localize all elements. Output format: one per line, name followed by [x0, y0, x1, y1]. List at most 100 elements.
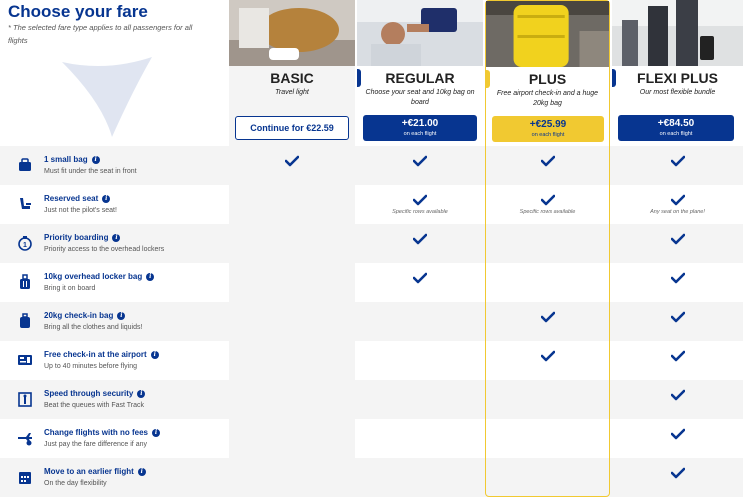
small-bag-icon [19, 158, 31, 171]
boarding-pass-icon [18, 355, 32, 365]
feature-cell [357, 302, 483, 341]
checkmark-icon [540, 311, 555, 323]
plan-description: Travel light [275, 89, 309, 96]
checkmark-icon [285, 155, 299, 167]
checkmark-icon [670, 194, 685, 206]
feature-cell [612, 341, 743, 380]
security-icon [18, 392, 32, 407]
feature-cell [485, 419, 610, 458]
info-icon[interactable]: i [146, 273, 155, 281]
plan-photo [612, 0, 743, 66]
cell-note: Specific rows available [519, 209, 576, 215]
feature-cell [357, 380, 483, 419]
checkmark-icon [670, 233, 685, 245]
feature-cell [612, 458, 743, 497]
feature-title-text: Reserved seat [44, 194, 99, 203]
checkmark-icon [670, 311, 685, 323]
harp-logo-watermark-icon [62, 57, 152, 137]
feature-cell [612, 419, 743, 458]
feature-title: Change flights with no fees i [44, 428, 161, 437]
feature-cell [229, 224, 355, 263]
feature-cell [485, 224, 610, 263]
info-icon[interactable]: i [137, 390, 146, 398]
checkmark-icon [413, 233, 427, 245]
select-regular-button[interactable]: +€21.00 on each flight [363, 115, 477, 141]
feature-title-text: Move to an earlier flight [44, 467, 134, 476]
plane-change-icon [18, 433, 32, 446]
feature-title-text: 10kg overhead locker bag [44, 272, 143, 281]
feature-title: Speed through security i [44, 389, 146, 398]
feature-title: Reserved seat i [44, 194, 111, 203]
price-per: on each flight [403, 131, 437, 137]
plan-photo [486, 1, 609, 67]
feature-title: Priority boarding i [44, 233, 121, 242]
feature-cell [485, 302, 610, 341]
feature-cell [485, 458, 610, 497]
plan-name: BASIC [270, 70, 314, 86]
cell-note: Any seat on the plane! [650, 209, 705, 215]
feature-cell [229, 263, 355, 302]
feature-cell [229, 341, 355, 380]
info-icon[interactable]: i [150, 351, 159, 359]
select-plus-button[interactable]: +€25.99 on each flight [492, 116, 604, 142]
checkmark-icon [413, 194, 427, 206]
checkmark-icon [540, 194, 555, 206]
feature-subtitle: Up to 40 minutes before flying [44, 363, 137, 370]
feature-title: Move to an earlier flight i [44, 467, 146, 476]
price-amount: +€21.00 [401, 118, 439, 129]
plan-photo [357, 0, 483, 66]
feature-title: 20kg check-in bag i [44, 311, 126, 320]
info-icon[interactable]: i [112, 234, 121, 242]
plan-description: Free airport check-in and a huge 20kg ba… [496, 90, 599, 107]
checkmark-icon [670, 467, 685, 479]
feature-cell [612, 224, 743, 263]
fare-disclaimer: * The selected fare type applies to all … [8, 23, 193, 45]
feature-cell [357, 224, 483, 263]
feature-title-text: Priority boarding [44, 233, 109, 242]
feature-cell [485, 146, 610, 185]
feature-title-text: Free check-in at the airport [44, 350, 147, 359]
feature-cell [485, 263, 610, 302]
feature-title-text: Speed through security [44, 389, 134, 398]
plan-photo [229, 0, 355, 66]
feature-title-text: 20kg check-in bag [44, 311, 114, 320]
price-per: on each flight [531, 132, 565, 138]
checkmark-icon [670, 428, 685, 440]
select-flexi-plus-button[interactable]: +€84.50 on each flight [618, 115, 734, 141]
feature-title-text: 1 small bag [44, 155, 88, 164]
checkmark-icon [540, 350, 555, 362]
feature-cell [229, 380, 355, 419]
priority-icon: 1 [18, 236, 32, 251]
feature-cell [357, 146, 483, 185]
checkmark-icon [413, 155, 427, 167]
checkmark-icon [540, 155, 555, 167]
plan-name: REGULAR [385, 70, 455, 86]
checkin-bag-icon [20, 313, 30, 328]
feature-subtitle: Just pay the fare difference if any [44, 441, 147, 448]
feature-cell: Any seat on the plane! [612, 185, 743, 224]
price-amount: +€84.50 [657, 118, 695, 129]
continue-basic-button[interactable]: Continue for €22.59 [235, 116, 349, 140]
plan-name: FLEXI PLUS [637, 70, 718, 86]
feature-cell [612, 302, 743, 341]
cabin-bag-icon [20, 274, 30, 289]
info-icon[interactable]: i [102, 195, 111, 203]
info-icon[interactable]: i [91, 156, 100, 164]
info-icon[interactable]: i [137, 468, 146, 476]
info-icon[interactable]: i [117, 312, 126, 320]
plan-description: Choose your seat and 10kg bag on board [365, 89, 475, 106]
checkmark-icon [670, 272, 685, 284]
cell-note: Specific rows available [392, 209, 448, 215]
feature-cell [612, 146, 743, 185]
info-icon[interactable]: i [152, 429, 161, 437]
plan-name: PLUS [528, 71, 567, 87]
feature-cell [485, 341, 610, 380]
page-title: Choose your fare [8, 2, 148, 21]
checkmark-icon [413, 272, 427, 284]
feature-cell: Specific rows available [357, 185, 483, 224]
feature-subtitle: Just not the pilot's seat! [44, 207, 117, 214]
feature-title: 1 small bag i [44, 155, 100, 164]
feature-title: Free check-in at the airport i [44, 350, 159, 359]
feature-subtitle: Priority access to the overhead lockers [44, 246, 165, 253]
seat-icon [20, 198, 31, 209]
